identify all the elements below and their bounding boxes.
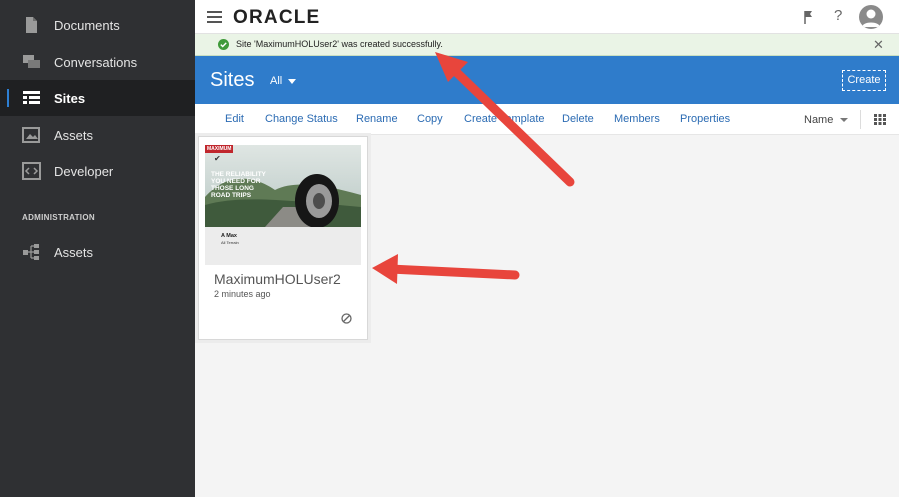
success-notification: Site 'MaximumHOLUser2' was created succe… [195,34,899,56]
sidebar-item-assets[interactable]: Assets [0,117,195,153]
sites-header: Sites All Create [195,56,899,104]
avatar[interactable] [859,5,883,29]
sidebar-item-admin-assets[interactable]: Assets [0,234,195,270]
sidebar-item-developer[interactable]: Developer [0,153,195,189]
assets-icon [22,127,40,143]
close-icon[interactable]: ✕ [873,37,884,53]
thumbnail-product: A Max [221,233,237,239]
sidebar-item-label: Conversations [54,54,138,70]
create-button[interactable]: Create [842,70,886,91]
thumbnail-headline: THE RELIABILITY YOU NEED FOR THOSE LONG … [211,171,266,199]
notification-message: Site 'MaximumHOLUser2' was created succe… [236,39,443,49]
toolbar-divider [860,110,861,129]
rename-button[interactable]: Rename [356,113,398,125]
sidebar-item-conversations[interactable]: Conversations [0,44,195,80]
delete-button[interactable]: Delete [562,113,594,125]
oracle-logo: ORACLE [233,7,321,28]
filter-dropdown[interactable]: All [270,75,297,87]
checkmark-icon: ✔ [214,154,221,163]
sidebar-item-documents[interactable]: Documents [0,7,195,43]
sidebar: Documents Conversations Sites Assets Dev… [0,0,195,497]
thumbnail-subtitle: All Terrain [221,240,239,245]
arrow-to-site-card [372,254,520,284]
document-icon [26,17,37,33]
edit-button[interactable]: Edit [225,113,244,125]
site-name: MaximumHOLUser2 [214,271,341,287]
sidebar-item-label: Sites [54,90,86,106]
site-timestamp: 2 minutes ago [214,289,271,299]
chevron-down-icon [840,118,849,123]
page-title: Sites [210,69,255,91]
sites-icon [23,91,40,104]
site-thumbnail: MAXIMUM ✔ THE RELIABILITY YOU NEED FOR T… [205,145,361,265]
change-status-button[interactable]: Change Status [265,113,338,125]
site-card[interactable]: MAXIMUM ✔ THE RELIABILITY YOU NEED FOR T… [198,136,368,340]
help-icon[interactable]: ? [834,7,842,24]
sidebar-item-label: Documents [54,17,120,33]
user-icon [862,9,880,27]
grid-view-icon[interactable] [874,114,886,125]
thumbnail-badge: MAXIMUM [205,145,234,153]
filter-label: All [270,75,283,87]
menu-icon[interactable] [207,11,222,23]
sidebar-item-label: Assets [54,244,94,260]
create-template-button[interactable]: Create Template [464,113,545,125]
sidebar-item-sites[interactable]: Sites [0,80,195,116]
members-button[interactable]: Members [614,113,660,125]
sort-dropdown[interactable]: Name [804,114,849,126]
conversations-icon [23,55,40,68]
developer-icon [22,162,41,180]
copy-button[interactable]: Copy [417,113,443,125]
sidebar-item-label: Developer [54,163,114,179]
offline-status-icon [341,313,352,324]
chevron-down-icon [288,78,297,84]
flag-icon[interactable] [802,9,816,25]
top-bar: ORACLE ? [195,0,899,34]
actions-toolbar: Edit Change Status Rename Copy Create Te… [195,104,899,135]
sidebar-item-label: Assets [54,127,94,143]
properties-button[interactable]: Properties [680,113,730,125]
administration-heading: ADMINISTRATION [22,213,95,222]
sort-label: Name [804,114,834,126]
success-check-icon [218,39,229,50]
admin-assets-icon [23,244,39,260]
